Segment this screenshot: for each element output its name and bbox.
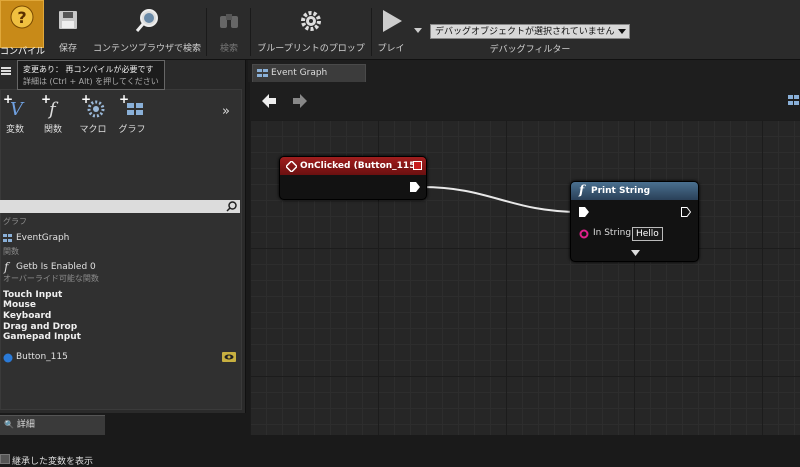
print-string-node-title: Print String bbox=[591, 186, 651, 196]
toolbar-divider bbox=[206, 8, 207, 56]
find-button[interactable]: 検索 bbox=[210, 8, 248, 60]
add-variable-icon: + V bbox=[3, 92, 25, 120]
add-macro-icon: + bbox=[81, 92, 105, 118]
play-icon bbox=[383, 10, 402, 32]
event-diamond-icon bbox=[286, 161, 297, 172]
event-graph-tab-label: Event Graph bbox=[271, 68, 328, 78]
graph-icon bbox=[3, 234, 12, 242]
add-function-icon: + f bbox=[41, 92, 59, 120]
menu-icon[interactable] bbox=[1, 66, 11, 76]
show-inherited-label: 継承した変数を表示 bbox=[12, 457, 94, 467]
compile-button[interactable]: ? コンパイル bbox=[0, 0, 45, 57]
show-inherited-checkbox[interactable] bbox=[0, 454, 10, 464]
search-icon bbox=[226, 201, 237, 212]
onclicked-event-node[interactable]: OnClicked (Button_115) bbox=[279, 156, 427, 200]
play-button[interactable]: プレイ bbox=[373, 8, 409, 60]
graph-tab-icon bbox=[257, 69, 268, 77]
variable-item[interactable]: Button_115 bbox=[3, 352, 239, 364]
in-string-label: In String bbox=[593, 228, 632, 238]
svg-text:V: V bbox=[10, 99, 25, 119]
event-graph-label: EventGraph bbox=[16, 233, 70, 243]
main-toolbar: ? コンパイル 保存 コンテンツブラウザで検索 検索 ブループリントのプロップ … bbox=[0, 0, 800, 60]
graph-overview-icon[interactable] bbox=[788, 94, 800, 106]
function-icon: f bbox=[4, 260, 9, 274]
chevron-down-icon bbox=[618, 29, 626, 34]
function-node-icon: f bbox=[579, 183, 585, 197]
svg-text:f: f bbox=[47, 99, 59, 119]
exec-in-pin-icon[interactable] bbox=[579, 207, 589, 217]
add-function-label: 関数 bbox=[43, 125, 62, 135]
graph-navigation-bar bbox=[250, 82, 800, 120]
delegate-pin-icon[interactable] bbox=[413, 161, 422, 170]
svg-text:?: ? bbox=[17, 8, 26, 27]
save-button[interactable]: 保存 bbox=[52, 8, 84, 60]
string-pin-icon[interactable] bbox=[579, 229, 589, 239]
print-string-node[interactable]: f Print String In String Hello bbox=[570, 181, 699, 262]
add-macro-label: マクロ bbox=[79, 125, 107, 135]
add-macro-button[interactable]: + マクロ bbox=[78, 92, 108, 135]
back-arrow-icon[interactable] bbox=[262, 94, 276, 108]
override-item-keyboard[interactable]: Keyboard bbox=[3, 311, 51, 321]
compile-warning-icon: ? bbox=[10, 5, 34, 29]
in-string-value-input[interactable]: Hello bbox=[632, 227, 663, 241]
override-item-drag-drop[interactable]: Drag and Drop bbox=[3, 322, 77, 332]
variable-dot-icon bbox=[3, 353, 13, 363]
graph-section-header: グラフ bbox=[3, 217, 27, 226]
find-label: 検索 bbox=[219, 44, 238, 54]
magnifier-icon bbox=[135, 9, 158, 32]
blueprint-props-button[interactable]: ブループリントのプロップ bbox=[252, 8, 370, 60]
add-variable-button[interactable]: + V 変数 bbox=[0, 92, 30, 135]
override-functions-label: オーバーライド可能な関数 bbox=[3, 274, 99, 283]
override-item-mouse[interactable]: Mouse bbox=[3, 300, 36, 310]
add-graph-button[interactable]: + グラフ bbox=[117, 92, 147, 135]
functions-section-header: 関数 bbox=[3, 247, 19, 256]
tooltip-line2: 詳細は (Ctrl + Alt) を押してください bbox=[23, 77, 159, 86]
save-icon bbox=[59, 11, 77, 29]
onclicked-node-header: OnClicked (Button_115) bbox=[280, 157, 426, 175]
add-variable-label: 変数 bbox=[5, 125, 24, 135]
exec-out-pin-icon[interactable] bbox=[410, 182, 420, 192]
variable-label: Button_115 bbox=[16, 352, 68, 362]
play-label: プレイ bbox=[377, 44, 405, 54]
event-graph-canvas[interactable]: OnClicked (Button_115) f Print String In… bbox=[250, 120, 800, 435]
browse-content-button[interactable]: コンテンツブラウザで検索 bbox=[88, 8, 206, 60]
play-options-chevron-icon[interactable] bbox=[414, 28, 422, 34]
search-input[interactable] bbox=[0, 200, 240, 213]
forward-arrow-icon[interactable] bbox=[293, 94, 307, 108]
toolbar-divider bbox=[371, 8, 372, 56]
function-item-label: Getb Is Enabled 0 bbox=[16, 262, 96, 272]
toolbar-divider bbox=[250, 8, 251, 56]
add-graph-label: グラフ bbox=[118, 125, 146, 135]
print-string-node-header: f Print String bbox=[571, 182, 698, 200]
add-function-button[interactable]: + f 関数 bbox=[38, 92, 68, 135]
save-label: 保存 bbox=[58, 44, 77, 54]
debug-object-value: デバッグオブジェクトが選択されていません bbox=[435, 27, 615, 37]
debug-object-select[interactable]: デバッグオブジェクトが選択されていません bbox=[430, 24, 630, 39]
tab-details[interactable]: 🔍 詳細 bbox=[0, 415, 105, 435]
svg-text:+: + bbox=[81, 93, 91, 106]
tab-event-graph[interactable]: Event Graph bbox=[252, 64, 366, 82]
debug-filter-label: デバッグフィルター bbox=[489, 45, 571, 55]
exec-out-pin-icon[interactable] bbox=[681, 207, 691, 217]
details-search-icon: 🔍 bbox=[4, 420, 14, 429]
binoculars-icon bbox=[220, 14, 238, 28]
my-blueprint-panel: + V 変数 + f 関数 + マクロ + グラフ » グラフ EventGra… bbox=[0, 60, 246, 467]
gear-icon bbox=[301, 11, 321, 31]
browse-label: コンテンツブラウザで検索 bbox=[92, 44, 201, 54]
add-graph-icon: + bbox=[119, 92, 143, 115]
eye-visibility-icon[interactable] bbox=[222, 352, 236, 362]
expand-chevron-down-icon[interactable] bbox=[631, 250, 640, 256]
tooltip-line1: 変更あり： 再コンパイルが必要です bbox=[23, 65, 154, 74]
expand-chevron-icon[interactable]: » bbox=[222, 104, 230, 119]
props-label: ブループリントのプロップ bbox=[257, 44, 365, 54]
override-item-gamepad[interactable]: Gamepad Input bbox=[3, 332, 81, 342]
compile-tooltip: 変更あり： 再コンパイルが必要です 詳細は (Ctrl + Alt) を押してく… bbox=[17, 60, 165, 90]
details-tab-label: 詳細 bbox=[16, 420, 35, 430]
event-graph-item[interactable]: EventGraph bbox=[3, 233, 239, 245]
onclicked-node-title: OnClicked (Button_115) bbox=[300, 161, 420, 171]
override-item-touch[interactable]: Touch Input bbox=[3, 290, 62, 300]
